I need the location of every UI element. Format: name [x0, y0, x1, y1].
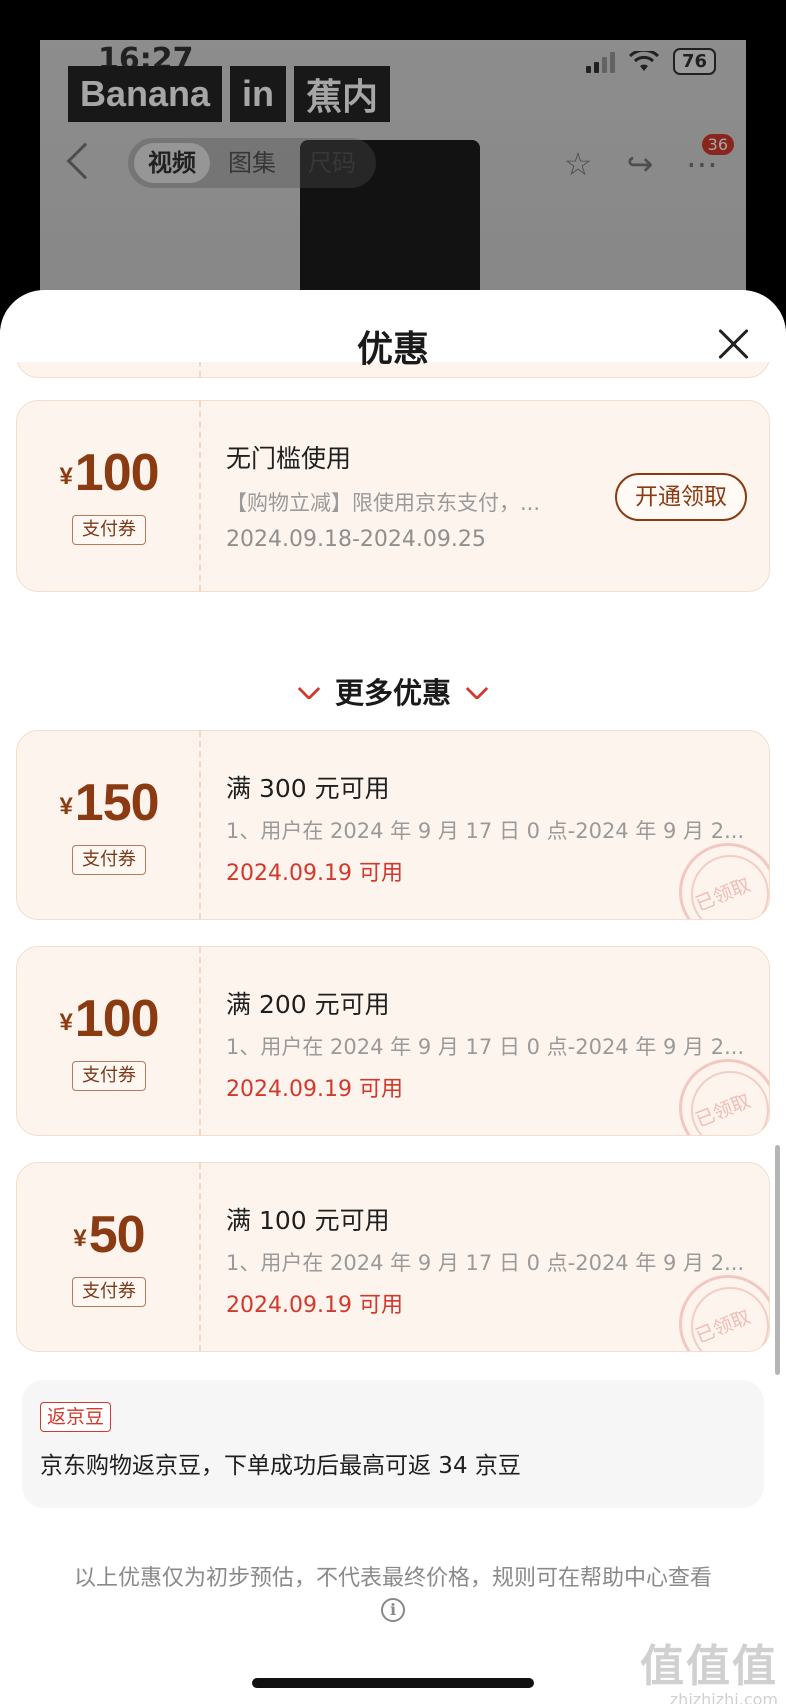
coupon-description: 1、用户在 2024 年 9 月 17 日 0 点-2024 年 9 月 2..…	[226, 819, 745, 843]
discount-sheet: 优惠 优惠 ¥100 支付券 无门槛使用 【购物立减】限使用京东支付，... 2…	[0, 290, 786, 1704]
amount-value: 100	[74, 990, 160, 1048]
disclaimer-text: 以上优惠仅为初步预估，不代表最终价格，规则可在帮助中心查看	[73, 1566, 712, 1591]
coupon-card: ¥100 支付券 无门槛使用 【购物立减】限使用京东支付，... 2024.09…	[16, 400, 770, 592]
coupon-title: 无门槛使用	[226, 444, 352, 473]
coupon-card: ¥50 支付券 满 100 元可用 1、用户在 2024 年 9 月 17 日 …	[16, 1162, 770, 1352]
coupon-description: 【购物立减】限使用京东支付，...	[226, 491, 541, 515]
more-discounts-heading: 更多优惠	[0, 670, 786, 712]
coupon-amount: ¥150	[17, 773, 201, 833]
amount-value: 50	[88, 1206, 146, 1264]
coupon-validity: 2024.09.19 可用	[226, 861, 403, 886]
coupon-type-tag: 支付券	[72, 1277, 146, 1307]
coupon-amount: ¥50	[17, 1205, 201, 1265]
jd-beans-card: 返京豆 京东购物返京豆，下单成功后最高可返 34 京豆	[22, 1380, 764, 1508]
coupon-validity: 2024.09.19 可用	[226, 1293, 403, 1318]
chevron-down-icon	[465, 677, 489, 701]
coupon-amount: ¥100	[17, 989, 201, 1049]
claim-button[interactable]: 开通领取	[615, 473, 747, 521]
currency-symbol: ¥	[59, 793, 73, 820]
currency-symbol: ¥	[59, 1009, 73, 1036]
beans-tag: 返京豆	[40, 1402, 112, 1432]
close-button[interactable]	[716, 326, 752, 362]
coupon-title: 满 300 元可用	[226, 774, 390, 803]
info-icon[interactable]: i	[381, 1598, 405, 1622]
claimed-stamp: 已领取	[679, 1275, 769, 1351]
coupon-title: 满 200 元可用	[226, 990, 390, 1019]
amount-value: 150	[74, 774, 160, 832]
section-title: 更多优惠	[334, 676, 451, 710]
coupon-card: ¥100 支付券 满 200 元可用 1、用户在 2024 年 9 月 17 日…	[16, 946, 770, 1136]
coupon-description: 1、用户在 2024 年 9 月 17 日 0 点-2024 年 9 月 2..…	[226, 1035, 745, 1059]
dim-overlay[interactable]	[0, 0, 786, 340]
coupon-type-tag: 支付券	[72, 845, 146, 875]
currency-symbol: ¥	[73, 1225, 87, 1252]
coupon-type-tag: 支付券	[72, 1061, 146, 1091]
claimed-stamp: 已领取	[679, 843, 769, 919]
beans-text: 京东购物返京豆，下单成功后最高可返 34 京豆	[40, 1453, 521, 1479]
chevron-down-icon	[297, 677, 321, 701]
watermark: 值值值 zhizhizhi.com	[640, 1630, 778, 1704]
amount-value: 100	[74, 444, 160, 502]
claimed-stamp: 已领取	[679, 1059, 769, 1135]
currency-symbol: ¥	[59, 463, 73, 490]
home-indicator[interactable]	[252, 1678, 534, 1688]
coupon-card: ¥150 支付券 满 300 元可用 1、用户在 2024 年 9 月 17 日…	[16, 730, 770, 920]
watermark-logo: 值值值	[640, 1641, 778, 1692]
app-root: 16:27 76 Banana in 蕉内 视频 图集 尺码 ☆ ↪ ⋯ 36 …	[0, 0, 786, 1704]
coupon-validity: 2024.09.18-2024.09.25	[226, 527, 486, 552]
coupon-validity: 2024.09.19 可用	[226, 1077, 403, 1102]
coupon-type-tag: 支付券	[72, 515, 146, 545]
coupon-description: 1、用户在 2024 年 9 月 17 日 0 点-2024 年 9 月 2..…	[226, 1251, 745, 1275]
sheet-title-overlay: 优惠	[356, 329, 429, 370]
coupon-title: 满 100 元可用	[226, 1206, 390, 1235]
scrollbar[interactable]	[775, 1145, 780, 1375]
coupon-amount: ¥100	[17, 443, 201, 503]
